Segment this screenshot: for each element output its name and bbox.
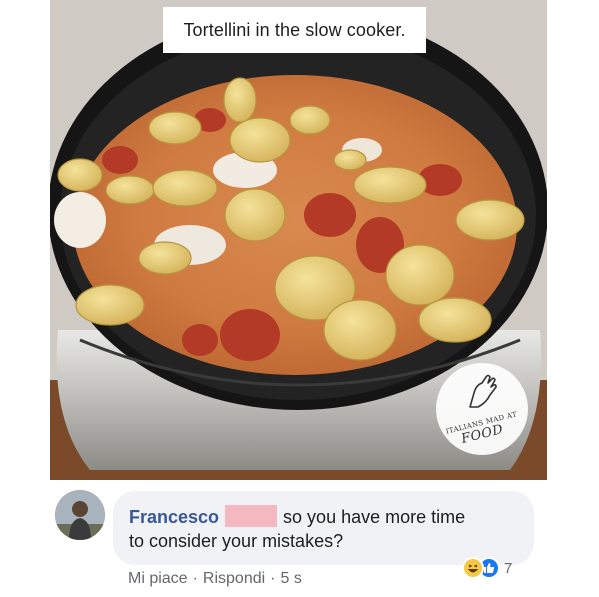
comment-actions: Mi piace · Rispondi · 5 s [128,570,302,588]
reply-link[interactable]: Rispondi [203,570,265,588]
comment-text-line2: to consider your mistakes? [129,531,344,551]
redacted-surname [225,505,278,527]
reaction-count: 7 [504,559,513,577]
italian-hand-gesture-icon [469,374,497,408]
separator-dot: · [192,570,198,587]
like-link[interactable]: Mi piace [128,570,188,588]
profile-photo-icon [55,490,105,540]
italians-mad-at-food-logo: ITALIANS MAD AT FOOD [436,363,528,455]
comment-bubble: Francesco so you have more time to consid… [113,491,534,565]
separator-dot: · [270,570,276,587]
haha-icon [462,557,484,579]
comment-author[interactable]: Francesco [129,507,219,527]
comment-line-2: to consider your mistakes? [129,529,534,553]
comment-text-line1: so you have more time [283,507,466,527]
reaction-summary[interactable]: 7 [462,557,512,579]
avatar[interactable] [55,490,105,540]
post-caption: Tortellini in the slow cooker. [163,7,426,53]
comment-line-1: Francesco so you have more time [129,505,534,529]
comment-timestamp[interactable]: 5 s [281,570,302,588]
